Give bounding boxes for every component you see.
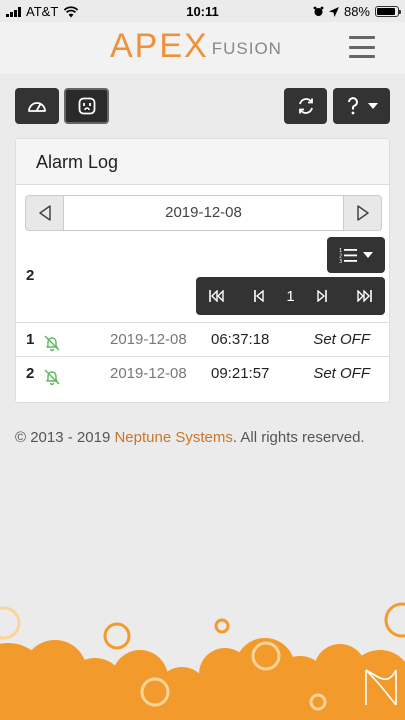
date-selector: 2019-12-08 [25, 195, 382, 231]
next-page-button[interactable] [307, 281, 337, 311]
copyright-text: © 2013 - 2019 [15, 429, 115, 446]
caret-down-icon [363, 252, 373, 258]
status-right: 88% [313, 4, 401, 19]
list-options-button[interactable]: 1 2 3 [327, 237, 385, 273]
card-title: Alarm Log [16, 139, 389, 185]
prev-page-button[interactable] [244, 281, 274, 311]
dashboard-button[interactable] [15, 88, 59, 124]
row-time: 09:21:57 [211, 365, 270, 382]
refresh-icon [298, 98, 313, 114]
bubbles-decoration [0, 602, 405, 720]
table-row[interactable]: 2 2019-12-08 09:21:57 Set OFF [16, 356, 389, 390]
last-page-button[interactable] [349, 281, 379, 311]
svg-text:3: 3 [339, 259, 342, 263]
logo-fusion-text: FUSION [211, 39, 282, 58]
battery-icon [375, 6, 401, 17]
row-index: 1 [26, 331, 35, 348]
first-page-icon [209, 290, 224, 302]
battery-percent: 88% [343, 4, 370, 19]
help-icon [347, 97, 358, 115]
row-time: 06:37:18 [211, 331, 270, 348]
hamburger-icon[interactable] [349, 36, 375, 58]
battery-fill [377, 8, 395, 15]
last-page-icon [357, 290, 372, 302]
row-index: 2 [26, 365, 35, 382]
bell-off-icon [43, 365, 61, 399]
row-date: 2019-12-08 [110, 365, 187, 382]
outlets-button[interactable] [64, 88, 109, 124]
copyright-footer: © 2013 - 2019 Neptune Systems. All right… [15, 429, 395, 446]
alarm-log-card: Alarm Log 2019-12-08 1 2 3 2 1 1 2019-12… [15, 138, 390, 403]
date-field[interactable]: 2019-12-08 [63, 196, 344, 230]
help-dropdown-button[interactable] [333, 88, 390, 124]
location-icon [328, 6, 339, 17]
status-bar: AT&T 10:11 88% [0, 0, 405, 22]
app-header: APEX FUSION [0, 22, 405, 74]
row-action: Set OFF [313, 331, 370, 348]
pagination: 1 [196, 277, 385, 315]
next-date-button[interactable] [344, 196, 381, 230]
logo-apex-text: APEX [110, 27, 209, 65]
table-row[interactable]: 1 2019-12-08 06:37:18 Set OFF [16, 322, 389, 356]
triangle-right-icon [356, 205, 369, 221]
numbered-list-icon: 1 2 3 [339, 248, 357, 263]
apex-fusion-logo[interactable]: APEX FUSION [110, 28, 282, 64]
row-date: 2019-12-08 [110, 331, 187, 348]
prev-date-button[interactable] [26, 196, 63, 230]
prev-page-icon [254, 290, 264, 302]
outlet-icon [78, 97, 95, 115]
first-page-button[interactable] [202, 281, 232, 311]
refresh-button[interactable] [284, 88, 327, 124]
caret-down-icon [367, 103, 378, 109]
dashboard-icon [28, 102, 46, 112]
current-page: 1 [286, 287, 295, 305]
result-count: 2 [26, 267, 35, 284]
row-action: Set OFF [313, 365, 370, 382]
triangle-left-icon [38, 205, 51, 221]
rights-text: . All rights reserved. [232, 429, 365, 446]
neptune-systems-link[interactable]: Neptune Systems [114, 429, 232, 446]
alarm-clock-icon [313, 6, 324, 16]
next-page-icon [317, 290, 327, 302]
